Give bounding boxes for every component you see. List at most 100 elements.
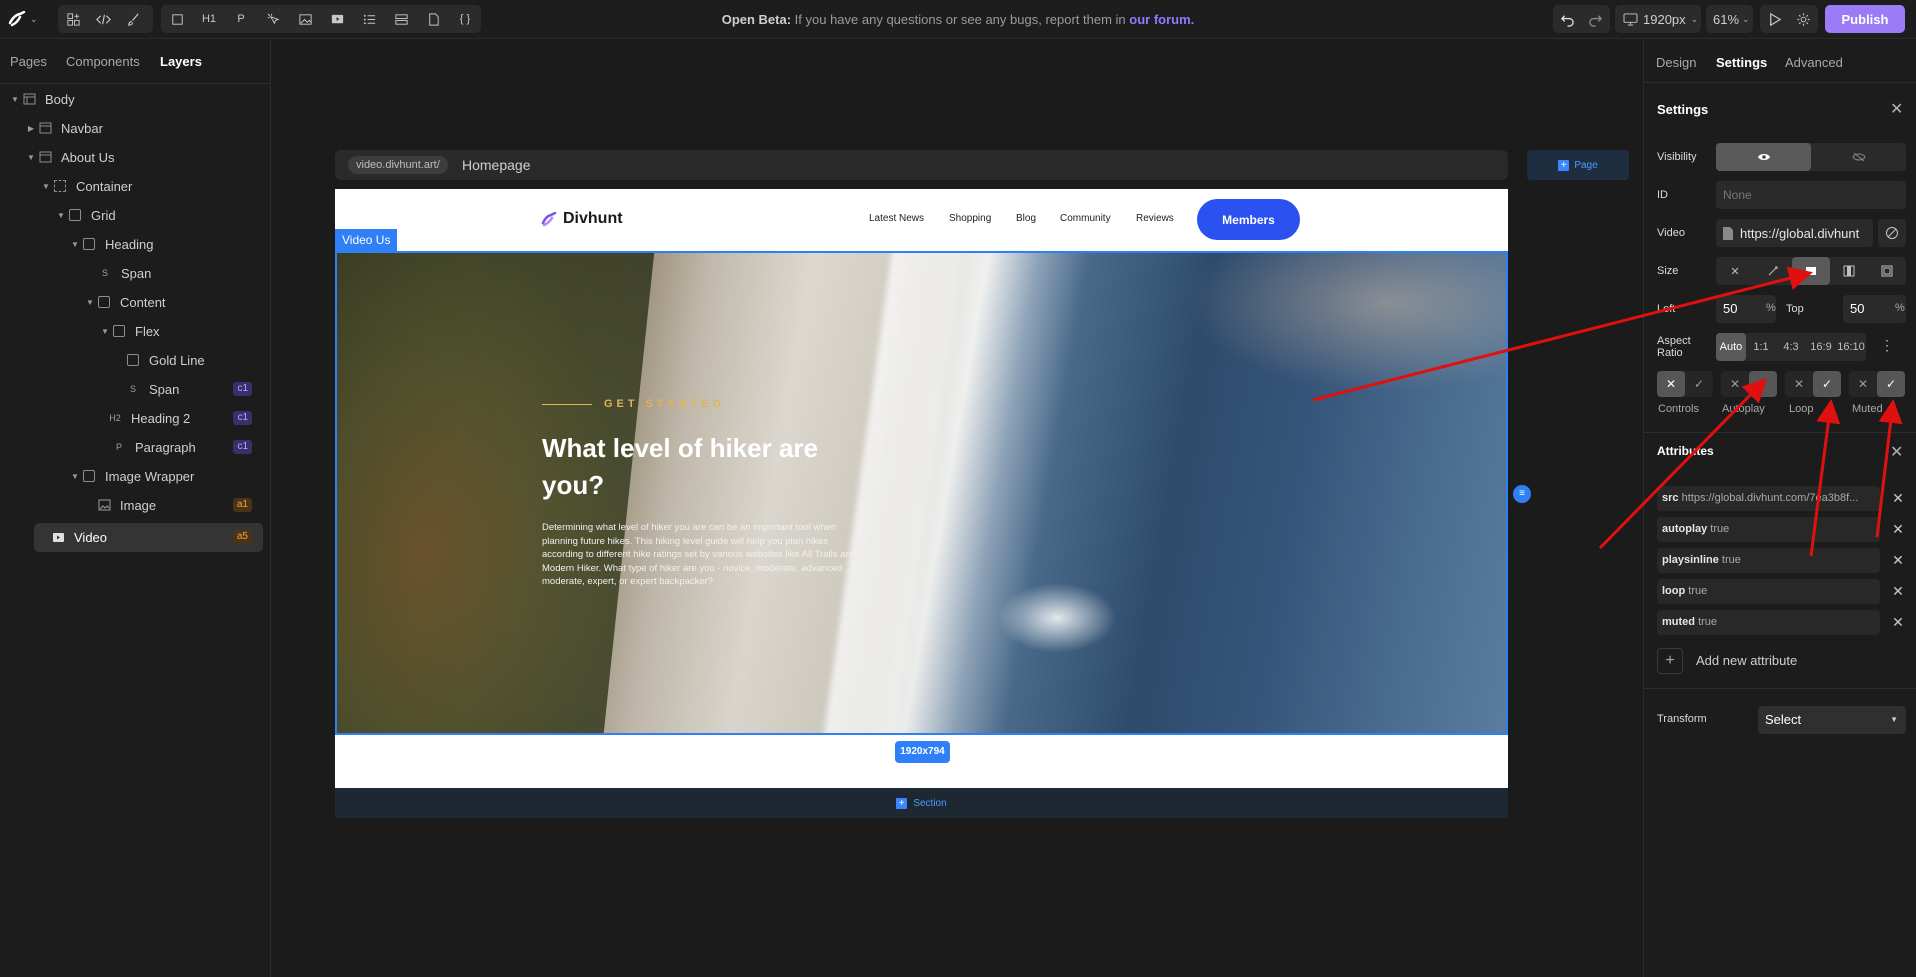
form-element-icon[interactable]: [386, 5, 416, 33]
components-add-icon[interactable]: [58, 5, 88, 33]
eye-hidden-icon[interactable]: [1811, 143, 1906, 171]
tab-components[interactable]: Components: [66, 54, 140, 69]
more-options-icon[interactable]: ⋮: [1880, 337, 1894, 354]
tab-advanced[interactable]: Advanced: [1785, 55, 1843, 70]
settings-gear-icon[interactable]: [1789, 5, 1818, 33]
autoplay-toggle[interactable]: ✕ ✓: [1721, 371, 1777, 397]
tab-layers[interactable]: Layers: [160, 54, 202, 69]
tab-pages[interactable]: Pages: [10, 54, 47, 69]
aspect-auto[interactable]: Auto: [1716, 333, 1746, 361]
add-attribute-plus-icon[interactable]: +: [1657, 648, 1683, 674]
layer-content[interactable]: ▼ Content: [0, 289, 262, 315]
muted-toggle[interactable]: ✕ ✓: [1849, 371, 1905, 397]
size-cover-icon[interactable]: [1792, 257, 1830, 285]
transform-select[interactable]: Select ▼: [1758, 706, 1906, 734]
nav-latest-news[interactable]: Latest News: [869, 213, 924, 224]
link-cursor-icon[interactable]: [258, 5, 288, 33]
add-section-bar[interactable]: + Section: [335, 788, 1508, 818]
attribute-playsinline[interactable]: playsinline true: [1657, 548, 1880, 573]
controls-toggle[interactable]: ✕ ✓: [1657, 371, 1713, 397]
video-source-input[interactable]: https://global.divhunt: [1716, 219, 1873, 247]
toggle-off-icon[interactable]: ✕: [1849, 371, 1877, 397]
nav-reviews[interactable]: Reviews: [1136, 213, 1174, 224]
remove-attribute-icon[interactable]: ✕: [1888, 519, 1908, 539]
video-element-icon[interactable]: [322, 5, 352, 33]
loop-toggle[interactable]: ✕ ✓: [1785, 371, 1841, 397]
code-icon[interactable]: [88, 5, 118, 33]
remove-attribute-icon[interactable]: ✕: [1888, 550, 1908, 570]
layer-paragraph[interactable]: P Paragraph c1: [0, 434, 262, 460]
paragraph-element-button[interactable]: P: [226, 5, 256, 33]
eye-visible-icon[interactable]: [1716, 143, 1811, 171]
attribute-muted[interactable]: muted true: [1657, 610, 1880, 635]
heading-element-button[interactable]: H1: [194, 5, 224, 33]
toggle-on-icon[interactable]: ✓: [1877, 371, 1905, 397]
remove-attribute-icon[interactable]: ✕: [1888, 581, 1908, 601]
app-logo-menu[interactable]: ⌄: [8, 8, 48, 30]
nav-blog[interactable]: Blog: [1016, 213, 1036, 224]
size-auto-icon[interactable]: [1754, 257, 1792, 285]
id-input[interactable]: None: [1716, 181, 1906, 209]
size-none-icon[interactable]: ✕: [1716, 257, 1754, 285]
publish-button[interactable]: Publish: [1825, 5, 1905, 33]
layer-span[interactable]: S Span: [0, 260, 262, 286]
close-icon[interactable]: ✕: [1890, 99, 1903, 119]
tab-design[interactable]: Design: [1656, 55, 1696, 70]
remove-attribute-icon[interactable]: ✕: [1888, 612, 1908, 632]
add-attribute-button[interactable]: Add new attribute: [1696, 653, 1797, 668]
remove-attribute-icon[interactable]: ✕: [1888, 488, 1908, 508]
size-contain-icon[interactable]: [1830, 257, 1868, 285]
close-icon[interactable]: ✕: [1890, 442, 1903, 462]
toggle-on-icon[interactable]: ✓: [1685, 371, 1713, 397]
redo-icon[interactable]: [1582, 5, 1611, 33]
play-preview-icon[interactable]: [1760, 5, 1789, 33]
members-button[interactable]: Members: [1197, 199, 1300, 240]
undo-icon[interactable]: [1553, 5, 1582, 33]
layer-navbar[interactable]: ▶ Navbar: [0, 115, 262, 141]
left-unit[interactable]: %: [1766, 302, 1776, 314]
video-element[interactable]: [335, 251, 1508, 735]
nav-shopping[interactable]: Shopping: [949, 213, 991, 224]
forum-link[interactable]: our forum.: [1129, 12, 1194, 27]
add-page-button[interactable]: + Page: [1527, 150, 1629, 180]
aspect-16-9[interactable]: 16:9: [1806, 333, 1836, 361]
attribute-loop[interactable]: loop true: [1657, 579, 1880, 604]
aspect-16-10[interactable]: 16:10: [1836, 333, 1866, 361]
resize-handle[interactable]: ≡: [1513, 485, 1531, 503]
document-element-icon[interactable]: [418, 5, 448, 33]
layer-span[interactable]: S Span c1: [0, 376, 262, 402]
layer-heading[interactable]: ▼ Heading: [0, 231, 262, 257]
nav-community[interactable]: Community: [1060, 213, 1111, 224]
size-fill-icon[interactable]: [1868, 257, 1906, 285]
toggle-off-icon[interactable]: ✕: [1721, 371, 1749, 397]
layer-body[interactable]: ▼ Body: [0, 86, 262, 112]
clear-video-icon[interactable]: [1878, 219, 1906, 247]
brush-icon[interactable]: [118, 5, 148, 33]
site-logo[interactable]: Divhunt: [541, 210, 623, 228]
url-page-name[interactable]: Homepage: [462, 156, 531, 174]
layer-image-wrapper[interactable]: ▼ Image Wrapper: [0, 463, 262, 489]
layer-flex[interactable]: ▼ Flex: [0, 318, 262, 344]
top-unit[interactable]: %: [1895, 302, 1905, 314]
layer-container[interactable]: ▼ Container: [0, 173, 262, 199]
toggle-off-icon[interactable]: ✕: [1785, 371, 1813, 397]
tab-settings[interactable]: Settings: [1716, 55, 1767, 70]
aspect-1-1[interactable]: 1:1: [1746, 333, 1776, 361]
toggle-off-icon[interactable]: ✕: [1657, 371, 1685, 397]
zoom-select[interactable]: 61% ⌄: [1706, 5, 1753, 33]
layer-heading-2[interactable]: H2 Heading 2 c1: [0, 405, 262, 431]
list-element-icon[interactable]: [354, 5, 384, 33]
layer-image[interactable]: Image a1: [0, 492, 262, 518]
layer-about-us[interactable]: ▼ About Us: [0, 144, 262, 170]
box-element-icon[interactable]: [162, 5, 192, 33]
toggle-on-icon[interactable]: ✓: [1749, 371, 1777, 397]
layer-grid[interactable]: ▼ Grid: [0, 202, 262, 228]
embed-code-button[interactable]: { }: [450, 5, 480, 33]
aspect-4-3[interactable]: 4:3: [1776, 333, 1806, 361]
viewport-select[interactable]: 1920px ⌄: [1615, 5, 1701, 33]
layer-video[interactable]: Video a5: [0, 524, 262, 550]
toggle-on-icon[interactable]: ✓: [1813, 371, 1841, 397]
attribute-src[interactable]: src https://global.divhunt.com/7ea3b8f..…: [1657, 486, 1880, 511]
image-element-icon[interactable]: [290, 5, 320, 33]
attribute-autoplay[interactable]: autoplay true: [1657, 517, 1880, 542]
